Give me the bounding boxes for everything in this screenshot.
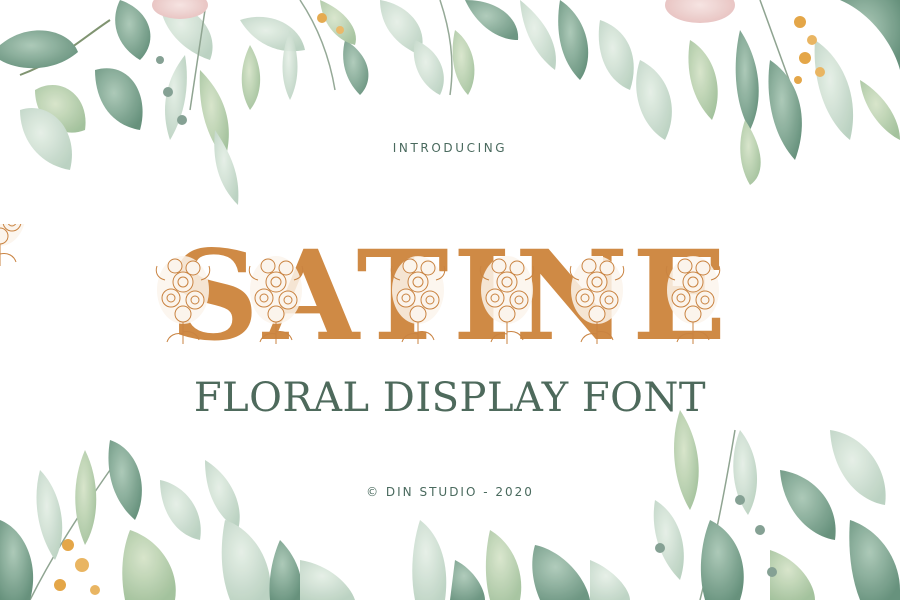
floral-bouquet-overlays (0, 224, 721, 345)
bottom-left-leaves (0, 440, 355, 600)
credit-text: © DIN STUDIO - 2020 (366, 485, 534, 499)
title-block: SATINE (0, 224, 900, 374)
bottom-right-leaves (653, 410, 900, 600)
bottom-center-leaves (412, 520, 630, 600)
top-left-leaves (0, 0, 305, 205)
floral-bouquet-icon (0, 224, 25, 266)
top-right-leaves (558, 0, 900, 185)
intro-text: INTRODUCING (392, 141, 508, 155)
subtitle-text: FLORAL DISPLAY FONT (193, 375, 707, 421)
font-poster: INTRODUCING SATINE FLORAL DISPLAY FONT ©… (0, 0, 900, 600)
top-center-leaves (282, 0, 556, 100)
